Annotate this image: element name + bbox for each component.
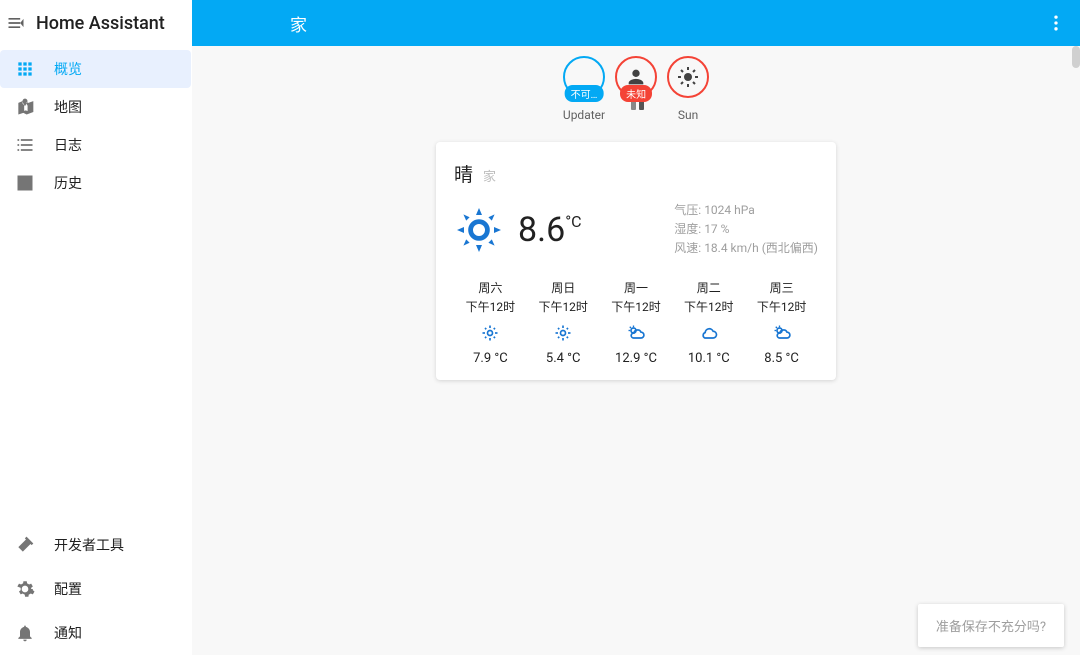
sidebar-item-config[interactable]: 配置 — [0, 567, 191, 611]
sidebar-header: Home Assistant — [0, 0, 191, 46]
forecast-item: 周日下午12时 5.4 °C — [527, 279, 600, 366]
topbar: 家 — [192, 0, 1080, 46]
badge-row: 不可… Updater 未知 — [192, 56, 1080, 122]
forecast-time: 下午12时 — [454, 298, 527, 315]
overflow-menu-icon[interactable] — [1044, 11, 1068, 35]
sidebar-item-overview[interactable]: 概览 — [0, 50, 191, 88]
forecast-temp: 5.4 °C — [527, 351, 600, 366]
app-title: Home Assistant — [36, 13, 165, 34]
sidebar-item-notifications[interactable]: 通知 — [0, 611, 191, 655]
forecast-temp: 10.1 °C — [672, 351, 745, 366]
forecast-temp: 7.9 °C — [454, 351, 527, 366]
sidebar-item-history[interactable]: 历史 — [0, 164, 191, 202]
notification-toast[interactable]: 准备保存不充分吗? — [918, 604, 1064, 647]
forecast-icon — [672, 321, 745, 345]
forecast-time: 下午12时 — [600, 298, 673, 315]
forecast-temp: 8.5 °C — [745, 351, 818, 366]
forecast-icon — [600, 321, 673, 345]
forecast-day: 周二 — [672, 279, 745, 296]
sun-icon — [676, 65, 700, 89]
weather-temp: 8.6°C — [518, 210, 582, 250]
weather-state: 晴 — [454, 160, 473, 187]
sidebar: Home Assistant 概览 地图 日志 — [0, 0, 192, 655]
forecast-time: 下午12时 — [745, 298, 818, 315]
badge-pill: 未知 — [620, 85, 652, 102]
forecast-item: 周二下午12时 10.1 °C — [672, 279, 745, 366]
forecast-icon — [745, 321, 818, 345]
weather-attrs: 气压: 1024 hPa 湿度: 17 % 风速: 18.4 km/h (西北偏… — [674, 201, 818, 259]
badge-circle — [667, 56, 709, 98]
forecast-item: 周六下午12时 7.9 °C — [454, 279, 527, 366]
grid-icon — [14, 58, 36, 80]
badge-circle: 未知 — [615, 56, 657, 98]
card-header: 晴 家 — [454, 160, 818, 187]
forecast-icon — [527, 321, 600, 345]
forecast-temp: 12.9 °C — [600, 351, 673, 366]
list-icon — [14, 134, 36, 156]
badge-circle: 不可… — [563, 56, 605, 98]
content: 不可… Updater 未知 — [192, 46, 1080, 655]
bell-icon — [14, 622, 36, 644]
hammer-icon — [14, 534, 36, 556]
notification-text: 准备保存不充分吗? — [936, 620, 1046, 635]
nav-top: 概览 地图 日志 历史 — [0, 46, 191, 202]
sidebar-item-label: 日志 — [54, 135, 82, 155]
sidebar-item-label: 概览 — [54, 59, 82, 79]
sidebar-item-label: 历史 — [54, 173, 82, 193]
forecast-time: 下午12时 — [672, 298, 745, 315]
forecast-day: 周三 — [745, 279, 818, 296]
sidebar-item-logbook[interactable]: 日志 — [0, 126, 191, 164]
forecast-item: 周一下午12时 12.9 °C — [600, 279, 673, 366]
badge-label: Updater — [563, 108, 605, 122]
forecast-day: 周一 — [600, 279, 673, 296]
badge-pill: 不可… — [565, 85, 604, 102]
gear-icon — [14, 578, 36, 600]
badge-updater[interactable]: 不可… Updater — [563, 56, 605, 122]
scrollbar[interactable] — [1072, 46, 1080, 68]
weather-card[interactable]: 晴 家 8.6°C 气压: 1024 hPa 湿度: 17 % 风速: 18.4… — [436, 142, 836, 380]
weather-main-row: 8.6°C 气压: 1024 hPa 湿度: 17 % 风速: 18.4 km/… — [454, 201, 818, 259]
forecast-day: 周六 — [454, 279, 527, 296]
chart-icon — [14, 172, 36, 194]
main-area: 家 不可… Updater — [192, 0, 1080, 655]
weather-sunny-icon — [454, 205, 504, 255]
sidebar-item-label: 地图 — [54, 97, 82, 117]
forecast-time: 下午12时 — [527, 298, 600, 315]
menu-collapse-icon[interactable] — [4, 11, 28, 35]
badge-person[interactable]: 未知 — [615, 56, 657, 122]
sidebar-item-label: 通知 — [54, 623, 82, 643]
forecast-item: 周三下午12时 8.5 °C — [745, 279, 818, 366]
weather-location: 家 — [483, 166, 496, 185]
sidebar-item-label: 开发者工具 — [54, 535, 124, 555]
map-icon — [14, 96, 36, 118]
sidebar-item-map[interactable]: 地图 — [0, 88, 191, 126]
badge-sun[interactable]: Sun — [667, 56, 709, 122]
sidebar-item-label: 配置 — [54, 579, 82, 599]
sidebar-item-devtools[interactable]: 开发者工具 — [0, 523, 191, 567]
forecast-row: 周六下午12时7.9 °C周日下午12时5.4 °C周一下午12时12.9 °C… — [454, 279, 818, 366]
badge-label: Sun — [678, 108, 698, 122]
topbar-title: 家 — [290, 11, 307, 36]
forecast-icon — [454, 321, 527, 345]
forecast-day: 周日 — [527, 279, 600, 296]
nav-bottom: 开发者工具 配置 通知 — [0, 523, 191, 655]
